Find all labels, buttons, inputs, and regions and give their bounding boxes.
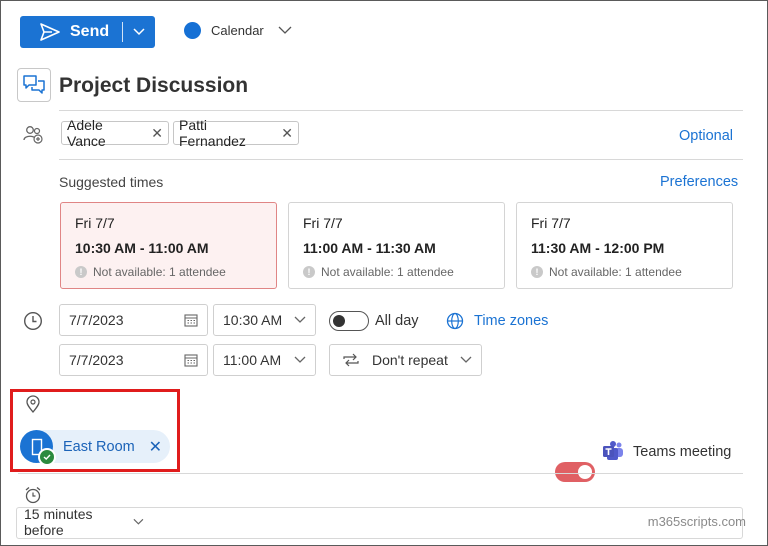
teams-icon	[603, 441, 623, 460]
slot-note-text: Not available: 1 attendee	[93, 265, 226, 279]
clock-icon	[23, 311, 43, 331]
info-icon: !	[75, 266, 87, 278]
toggle-knob	[333, 315, 345, 327]
watermark: m365scripts.com	[647, 514, 746, 529]
suggested-time-slot[interactable]: Fri 7/7 11:30 AM - 12:00 PM ! Not availab…	[516, 202, 733, 289]
all-day-label: All day	[375, 313, 419, 329]
send-button-group: Send	[20, 16, 155, 48]
highlight-box	[10, 389, 180, 472]
divider	[18, 473, 743, 474]
chevron-down-icon	[133, 518, 144, 525]
divider	[59, 110, 743, 111]
globe-icon[interactable]	[446, 312, 464, 330]
slot-note: ! Not available: 1 attendee	[531, 265, 682, 279]
send-options-dropdown[interactable]	[123, 16, 155, 48]
send-label: Send	[70, 23, 110, 40]
slot-time: 11:00 AM - 11:30 AM	[303, 240, 436, 256]
attendee-name: Adele Vance	[67, 117, 106, 149]
teams-meeting-toggle[interactable]	[555, 462, 595, 482]
slot-note-text: Not available: 1 attendee	[549, 265, 682, 279]
suggested-time-slot[interactable]: Fri 7/7 11:00 AM - 11:30 AM ! Not availab…	[288, 202, 505, 289]
attendee-chip[interactable]: Patti Fernandez ✕	[173, 117, 299, 149]
calendar-label: Calendar	[211, 23, 264, 38]
start-date-value: 7/7/2023	[69, 312, 124, 328]
toggle-knob	[578, 465, 592, 479]
suggested-times-heading: Suggested times	[59, 174, 164, 190]
chevron-down-icon	[294, 316, 306, 323]
event-type-icon	[17, 68, 51, 102]
chat-bubbles-icon	[23, 75, 45, 94]
calendar-selector[interactable]: Calendar	[184, 22, 292, 39]
alarm-clock-icon	[25, 487, 41, 504]
slot-time: 11:30 AM - 12:00 PM	[531, 240, 665, 256]
chevron-down-icon	[133, 28, 145, 36]
slot-day: Fri 7/7	[531, 215, 571, 231]
attendee-chip[interactable]: Adele Vance ✕	[61, 117, 169, 149]
start-time-dropdown[interactable]: 10:30 AM	[213, 304, 316, 336]
teams-meeting-label: Teams meeting	[633, 444, 732, 460]
slot-day: Fri 7/7	[75, 215, 115, 231]
repeat-icon	[343, 353, 359, 367]
slot-note: ! Not available: 1 attendee	[75, 265, 226, 279]
remove-attendee-icon[interactable]: ✕	[151, 125, 163, 142]
end-date-field[interactable]: 7/7/2023	[59, 344, 208, 376]
remove-attendee-icon[interactable]: ✕	[281, 125, 293, 142]
suggested-time-slot[interactable]: Fri 7/7 10:30 AM - 11:00 AM ! Not availab…	[60, 202, 277, 289]
time-zones-link[interactable]: Time zones	[474, 313, 548, 329]
calendar-color-dot	[184, 22, 201, 39]
reminder-value: 15 minutes before	[24, 506, 93, 538]
preferences-link[interactable]: Preferences	[660, 174, 738, 190]
all-day-toggle[interactable]	[329, 311, 369, 331]
repeat-value: Don't repeat	[372, 352, 448, 368]
info-icon: !	[531, 266, 543, 278]
send-icon	[40, 23, 60, 41]
info-icon: !	[303, 266, 315, 278]
chevron-down-icon	[278, 26, 292, 34]
chevron-down-icon	[294, 356, 306, 363]
calendar-icon[interactable]	[184, 313, 198, 327]
chevron-down-icon	[460, 356, 472, 363]
repeat-dropdown[interactable]: Don't repeat	[329, 344, 482, 376]
start-date-field[interactable]: 7/7/2023	[59, 304, 208, 336]
end-date-value: 7/7/2023	[69, 352, 124, 368]
slot-note: ! Not available: 1 attendee	[303, 265, 454, 279]
slot-day: Fri 7/7	[303, 215, 343, 231]
reminder-dropdown[interactable]: 15 minutes before	[16, 506, 144, 538]
slot-time: 10:30 AM - 11:00 AM	[75, 240, 209, 256]
start-time-value: 10:30 AM	[223, 312, 283, 328]
calendar-icon[interactable]	[184, 353, 198, 367]
attendee-name: Patti Fernandez	[179, 117, 246, 149]
send-button[interactable]: Send	[20, 16, 122, 48]
slot-note-text: Not available: 1 attendee	[321, 265, 454, 279]
add-people-icon	[23, 126, 43, 144]
optional-attendees-link[interactable]: Optional	[679, 128, 733, 144]
end-time-value: 11:00 AM	[223, 352, 282, 368]
end-time-dropdown[interactable]: 11:00 AM	[213, 344, 316, 376]
divider	[59, 159, 743, 160]
meeting-title-input[interactable]: Project Discussion	[59, 74, 248, 98]
